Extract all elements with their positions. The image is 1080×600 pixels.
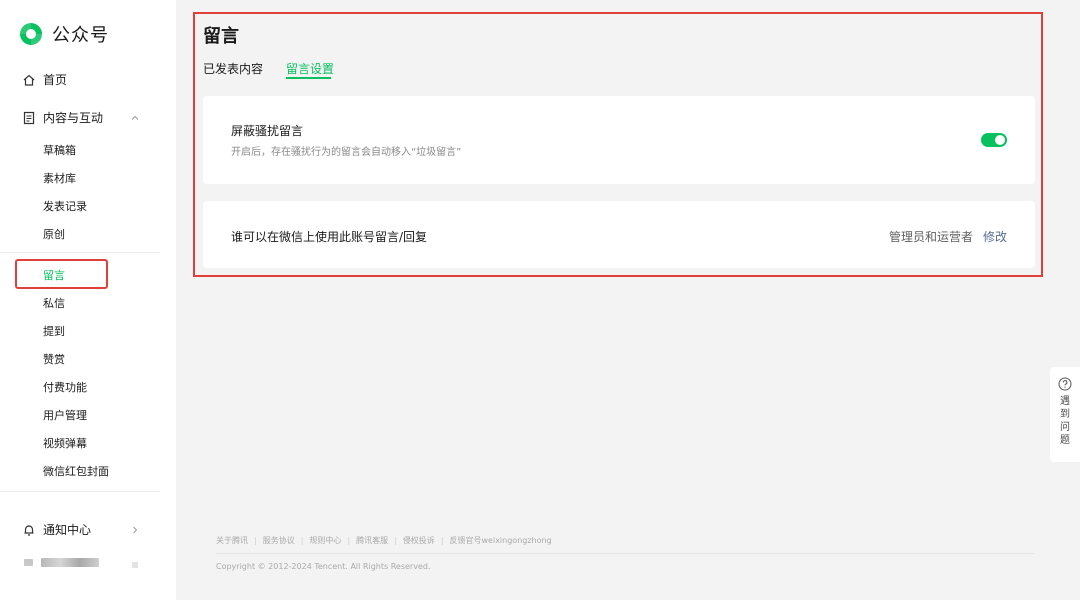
sidebar-item-appreciation[interactable]: 赞赏 [43, 351, 65, 367]
account-name-redacted [41, 558, 99, 567]
footer-divider [216, 553, 1034, 554]
active-tab-indicator [286, 77, 331, 79]
footer-link-infringement[interactable]: 侵权投诉 [403, 535, 435, 546]
page-title: 留言 [203, 26, 239, 47]
toggle-knob [995, 135, 1005, 145]
edit-permission-link[interactable]: 修改 [983, 228, 1007, 245]
footer-separator: | [254, 536, 257, 545]
footer-link-about[interactable]: 关于腾讯 [216, 535, 248, 546]
brand-name: 公众号 [52, 25, 109, 46]
footer-separator: | [440, 536, 444, 545]
sidebar-item-original[interactable]: 原创 [43, 226, 65, 242]
sidebar-divider [0, 491, 160, 492]
avatar [24, 559, 33, 566]
question-icon [1058, 377, 1072, 391]
sidebar-item-materials[interactable]: 素材库 [43, 170, 76, 186]
bell-icon [22, 523, 36, 537]
home-icon [22, 73, 36, 87]
footer-link-support[interactable]: 腾讯客服 [356, 535, 388, 546]
sidebar-item-label: 通知中心 [43, 523, 92, 537]
tab-published-content[interactable]: 已发表内容 [203, 60, 263, 77]
footer-link-rules[interactable]: 规则中心 [309, 535, 341, 546]
sidebar-item-label: 首页 [43, 73, 68, 87]
sidebar-item-mentions[interactable]: 提到 [43, 323, 65, 339]
sidebar-item-comments[interactable]: 留言 [43, 267, 65, 283]
sidebar-item-video-danmaku[interactable]: 视频弹幕 [43, 435, 87, 451]
sidebar-item-messages[interactable]: 私信 [43, 295, 65, 311]
tab-comment-settings[interactable]: 留言设置 [286, 60, 334, 77]
footer-link-feedback[interactable]: 反馈官号weixingongzhong [450, 535, 552, 546]
sidebar-item-notification-center[interactable]: 通知中心 [22, 521, 138, 538]
sidebar-item-label: 内容与互动 [43, 111, 104, 125]
wechat-official-logo-icon [20, 23, 42, 45]
comment-permission-card: 谁可以在微信上使用此账号留言/回复 管理员和运营者 修改 [203, 201, 1035, 268]
block-spam-toggle[interactable] [981, 133, 1007, 147]
sidebar: 公众号 首页 内容与互动 草稿箱 素材库 发表记录 原创 留言 私信 提到 赞赏… [0, 0, 176, 600]
account-switcher[interactable] [24, 558, 99, 567]
setting-description: 开启后，存在骚扰行为的留言会自动移入“垃圾留言” [231, 147, 462, 158]
help-widget[interactable]: 遇到问题 [1050, 367, 1080, 462]
sidebar-item-drafts[interactable]: 草稿箱 [43, 142, 76, 158]
chevron-right-icon [133, 526, 138, 533]
footer-separator: | [347, 536, 351, 545]
block-spam-setting-card: 屏蔽骚扰留言 开启后，存在骚扰行为的留言会自动移入“垃圾留言” [203, 96, 1035, 184]
sidebar-item-user-management[interactable]: 用户管理 [43, 407, 87, 423]
document-icon [22, 111, 36, 125]
sidebar-divider [0, 252, 160, 253]
footer-separator: | [300, 536, 304, 545]
sidebar-item-publish-records[interactable]: 发表记录 [43, 198, 87, 214]
sidebar-item-paid-features[interactable]: 付费功能 [43, 379, 87, 395]
account-menu-icon[interactable] [132, 562, 138, 568]
sidebar-item-red-packet-cover[interactable]: 微信红包封面 [43, 463, 109, 479]
footer-links: 关于腾讯 | 服务协议 | 规则中心 | 腾讯客服 | 侵权投诉 | 反馈官号weixin… [216, 535, 552, 546]
footer-link-terms[interactable]: 服务协议 [263, 535, 295, 546]
sidebar-item-content[interactable]: 内容与互动 [22, 109, 139, 126]
sidebar-item-home[interactable]: 首页 [22, 71, 67, 88]
chevron-up-icon [131, 115, 139, 120]
setting-title: 屏蔽骚扰留言 [231, 124, 304, 138]
help-label: 遇到问题 [1060, 396, 1070, 446]
copyright: Copyright © 2012-2024 Tencent. All Right… [216, 562, 431, 571]
permission-value: 管理员和运营者 [888, 230, 973, 244]
footer-separator: | [394, 536, 397, 545]
logo[interactable]: 公众号 [18, 21, 109, 47]
setting-title: 谁可以在微信上使用此账号留言/回复 [231, 230, 428, 244]
